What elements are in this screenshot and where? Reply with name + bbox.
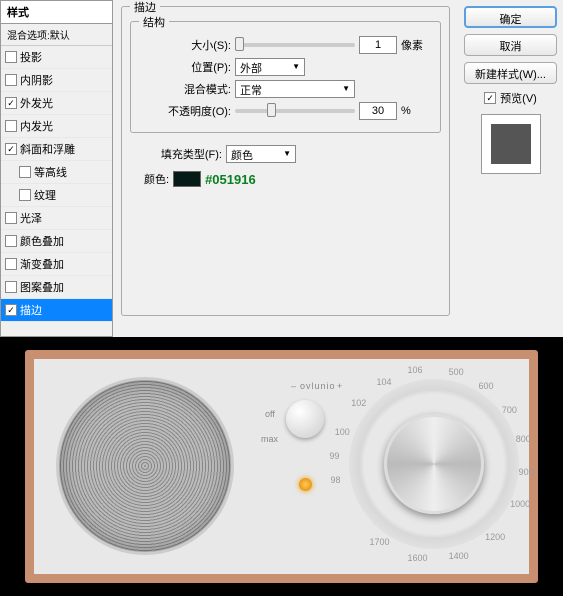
- style-label: 内发光: [20, 118, 53, 134]
- max-label: max: [261, 434, 278, 444]
- color-label: 颜色:: [144, 171, 169, 187]
- style-item-图案叠加[interactable]: 图案叠加: [1, 276, 112, 299]
- speaker: [56, 377, 234, 555]
- tuner-dial: 9899100102104106500600700800900100012001…: [349, 379, 519, 549]
- freq-tick: 102: [351, 398, 366, 408]
- style-item-内阴影[interactable]: 内阴影: [1, 69, 112, 92]
- style-checkbox[interactable]: [5, 235, 17, 247]
- minus-label: –: [291, 381, 296, 391]
- blend-label: 混合模式:: [149, 81, 231, 97]
- size-input[interactable]: [359, 36, 397, 54]
- power-led: [299, 478, 312, 491]
- opac-unit: %: [401, 105, 411, 117]
- style-item-外发光[interactable]: 外发光: [1, 92, 112, 115]
- panel-title: 描边: [130, 0, 160, 15]
- ok-button[interactable]: 确定: [464, 6, 557, 28]
- style-checkbox[interactable]: [5, 304, 17, 316]
- freq-tick: 98: [330, 475, 340, 485]
- freq-tick: 1700: [370, 537, 390, 547]
- styles-header: 样式: [1, 1, 112, 24]
- preview-checkbox[interactable]: [484, 92, 496, 104]
- artwork-area: – ovlunio + off max 98 99 100 102 104 106 500 6…: [0, 337, 563, 596]
- freq-tick: 104: [377, 377, 392, 387]
- styles-panel: 样式 混合选项:默认 投影内阴影外发光内发光斜面和浮雕等高线纹理光泽颜色叠加渐变…: [0, 0, 113, 337]
- style-item-纹理[interactable]: 纹理: [1, 184, 112, 207]
- color-swatch[interactable]: [173, 171, 201, 187]
- style-label: 渐变叠加: [20, 256, 64, 272]
- style-checkbox[interactable]: [19, 189, 31, 201]
- blend-select[interactable]: 正常: [235, 80, 355, 98]
- style-checkbox[interactable]: [5, 74, 17, 86]
- new-style-button[interactable]: 新建样式(W)...: [464, 62, 557, 84]
- pos-label: 位置(P):: [149, 59, 231, 75]
- opac-label: 不透明度(O):: [149, 103, 231, 119]
- style-item-等高线[interactable]: 等高线: [1, 161, 112, 184]
- freq-tick: 800: [516, 434, 531, 444]
- opacity-input[interactable]: [359, 102, 397, 120]
- fill-label: 填充类型(F):: [140, 146, 222, 162]
- style-label: 光泽: [20, 210, 42, 226]
- style-checkbox[interactable]: [5, 212, 17, 224]
- style-checkbox[interactable]: [5, 97, 17, 109]
- style-label: 等高线: [34, 164, 67, 180]
- radio-device: – ovlunio + off max 98 99 100 102 104 106 500 6…: [25, 350, 538, 583]
- style-item-内发光[interactable]: 内发光: [1, 115, 112, 138]
- style-item-投影[interactable]: 投影: [1, 46, 112, 69]
- plus-label: +: [337, 381, 342, 391]
- cancel-button[interactable]: 取消: [464, 34, 557, 56]
- style-label: 内阴影: [20, 72, 53, 88]
- style-label: 图案叠加: [20, 279, 64, 295]
- freq-tick: 1200: [485, 532, 505, 542]
- style-label: 纹理: [34, 187, 56, 203]
- style-checkbox[interactable]: [19, 166, 31, 178]
- style-item-斜面和浮雕[interactable]: 斜面和浮雕: [1, 138, 112, 161]
- freq-tick: 106: [408, 365, 423, 375]
- style-checkbox[interactable]: [5, 143, 17, 155]
- position-select[interactable]: 外部: [235, 58, 305, 76]
- struct-title: 结构: [139, 14, 169, 30]
- buttons-panel: 确定 取消 新建样式(W)... 预览(V): [458, 0, 563, 337]
- blend-options[interactable]: 混合选项:默认: [1, 24, 112, 46]
- style-label: 外发光: [20, 95, 53, 111]
- style-label: 斜面和浮雕: [20, 141, 75, 157]
- style-checkbox[interactable]: [5, 281, 17, 293]
- freq-tick: 500: [449, 367, 464, 377]
- style-label: 投影: [20, 49, 42, 65]
- freq-tick: 1400: [449, 551, 469, 561]
- style-checkbox[interactable]: [5, 258, 17, 270]
- size-label: 大小(S):: [149, 37, 231, 53]
- style-checkbox[interactable]: [5, 120, 17, 132]
- preview-label: 预览(V): [500, 90, 537, 106]
- brand-label: ovlunio: [300, 381, 336, 391]
- freq-tick: 99: [329, 451, 339, 461]
- freq-tick: 1000: [510, 499, 530, 509]
- volume-knob: [286, 400, 324, 438]
- style-item-光泽[interactable]: 光泽: [1, 207, 112, 230]
- freq-tick: 100: [335, 427, 350, 437]
- color-hex: #051916: [205, 172, 256, 187]
- style-label: 颜色叠加: [20, 233, 64, 249]
- style-item-描边[interactable]: 描边: [1, 299, 112, 322]
- style-item-颜色叠加[interactable]: 颜色叠加: [1, 230, 112, 253]
- tuner-knob: [384, 414, 484, 514]
- size-unit: 像素: [401, 37, 423, 53]
- stroke-panel: 描边 结构 大小(S): 像素 位置(P): 外部 混合模式: 正常: [113, 0, 458, 337]
- fill-select[interactable]: 颜色: [226, 145, 296, 163]
- freq-tick: 900: [519, 467, 534, 477]
- preview-box: [481, 114, 541, 174]
- opacity-slider[interactable]: [235, 109, 355, 113]
- freq-tick: 700: [502, 405, 517, 415]
- style-checkbox[interactable]: [5, 51, 17, 63]
- size-slider[interactable]: [235, 43, 355, 47]
- freq-tick: 1600: [408, 553, 428, 563]
- off-label: off: [265, 409, 275, 419]
- style-label: 描边: [20, 302, 42, 318]
- freq-tick: 600: [478, 381, 493, 391]
- style-item-渐变叠加[interactable]: 渐变叠加: [1, 253, 112, 276]
